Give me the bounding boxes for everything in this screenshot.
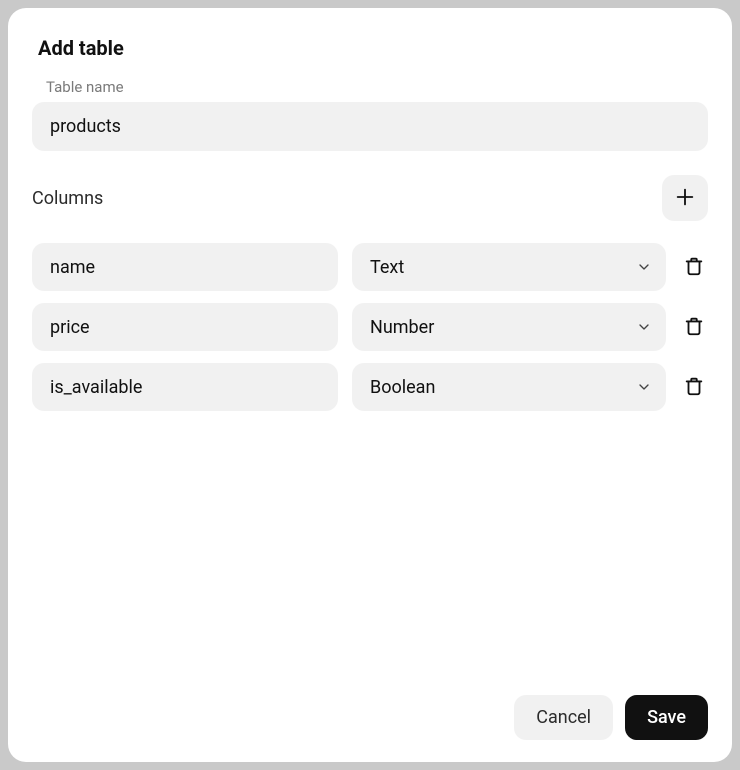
delete-column-button[interactable]: [680, 243, 708, 291]
add-table-modal: Add table Table name Columns Text: [8, 8, 732, 762]
column-type-value: Number: [370, 317, 434, 338]
chevron-down-icon: [636, 259, 652, 275]
table-name-label: Table name: [46, 78, 708, 96]
trash-icon: [683, 315, 705, 340]
column-row: Number: [32, 303, 708, 351]
spacer: [32, 411, 708, 683]
delete-column-button[interactable]: [680, 303, 708, 351]
column-type-select[interactable]: Text: [352, 243, 666, 291]
trash-icon: [683, 255, 705, 280]
column-row: Boolean: [32, 363, 708, 411]
modal-footer: Cancel Save: [32, 695, 708, 740]
table-name-input[interactable]: [32, 102, 708, 151]
add-column-button[interactable]: [662, 175, 708, 221]
chevron-down-icon: [636, 319, 652, 335]
delete-column-button[interactable]: [680, 363, 708, 411]
trash-icon: [683, 375, 705, 400]
column-name-input[interactable]: [32, 303, 338, 351]
column-row: Text: [32, 243, 708, 291]
columns-label: Columns: [32, 188, 103, 209]
save-button[interactable]: Save: [625, 695, 708, 740]
column-type-select[interactable]: Number: [352, 303, 666, 351]
columns-header: Columns: [32, 175, 708, 221]
column-type-value: Text: [370, 257, 404, 278]
cancel-button[interactable]: Cancel: [514, 695, 613, 740]
modal-title: Add table: [38, 36, 708, 60]
chevron-down-icon: [636, 379, 652, 395]
plus-icon: [674, 186, 696, 211]
column-type-value: Boolean: [370, 377, 435, 398]
column-name-input[interactable]: [32, 363, 338, 411]
column-name-input[interactable]: [32, 243, 338, 291]
column-type-select[interactable]: Boolean: [352, 363, 666, 411]
columns-list: Text Number: [32, 243, 708, 411]
